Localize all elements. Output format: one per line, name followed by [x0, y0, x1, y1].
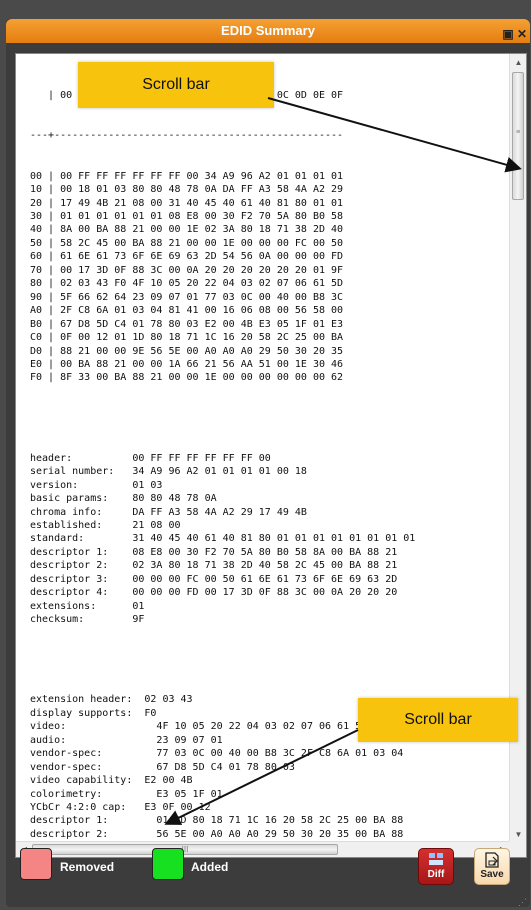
added-label: Added	[191, 860, 229, 874]
extension-field-line: colorimetry: E3 05 1F 01	[30, 788, 223, 800]
hex-row: 70 | 00 17 3D 0F 88 3C 00 0A 20 20 20 20…	[30, 264, 344, 276]
save-button-label: Save	[480, 869, 504, 880]
hex-row: 80 | 02 03 43 F0 4F 10 05 20 22 04 03 02…	[30, 278, 344, 290]
hex-row: 90 | 5F 66 62 64 23 09 07 01 77 03 0C 00…	[30, 291, 344, 303]
added-color-swatch	[152, 848, 184, 880]
extension-field-line: vendor-spec: 77 03 0C 00 40 00 B8 3C 2F …	[30, 748, 404, 760]
hex-row: 60 | 61 6E 61 73 6F 6E 69 63 2D 54 56 0A…	[30, 251, 344, 263]
scroll-bar-callout-top: Scroll bar	[78, 62, 274, 108]
scrollbar-corner	[509, 841, 526, 857]
close-icon[interactable]: ✕	[516, 22, 528, 41]
extension-field-line: descriptor 1: 01 1D 80 18 71 1C 16 20 58…	[30, 815, 404, 827]
extension-field-line: YCbCr 4:2:0 cap: E3 0F 00 12	[30, 802, 211, 814]
hex-row: B0 | 67 D8 5D C4 01 78 80 03 E2 00 4B E3…	[30, 318, 344, 330]
hex-row: E0 | 00 BA 88 21 00 00 1A 66 21 56 AA 51…	[30, 358, 344, 370]
hex-divider-line: ---+------------------------------------…	[30, 130, 344, 142]
extension-field-line: descriptor 2: 56 5E 00 A0 A0 A0 29 50 30…	[30, 828, 404, 840]
edid-field-line: extensions: 01	[30, 600, 145, 612]
hex-row: 30 | 01 01 01 01 01 01 08 E8 00 30 F2 70…	[30, 210, 344, 222]
hex-row: 50 | 58 2C 45 00 BA 88 21 00 00 1E 00 00…	[30, 237, 344, 249]
hex-row: 10 | 00 18 01 03 80 80 48 78 0A DA FF A3…	[30, 184, 344, 196]
hex-row: F0 | 8F 33 00 BA 88 21 00 00 1E 00 00 00…	[30, 372, 344, 384]
edid-field-line: basic params: 80 80 48 78 0A	[30, 493, 217, 505]
hex-row: A0 | 2F C8 6A 01 03 04 81 41 00 16 06 08…	[30, 305, 344, 317]
resize-grip-icon[interactable]: ⋰	[518, 897, 527, 908]
edid-field-line: descriptor 1: 08 E8 00 30 F2 70 5A 80 B0…	[30, 546, 398, 558]
hex-row: 40 | 8A 00 BA 88 21 00 00 1E 02 3A 80 18…	[30, 224, 344, 236]
edid-field-line: chroma info: DA FF A3 58 4A A2 29 17 49 …	[30, 506, 307, 518]
window-title: EDID Summary	[221, 23, 315, 38]
hex-row: C0 | 0F 00 12 01 1D 80 18 71 1C 16 20 58…	[30, 332, 344, 344]
removed-label: Removed	[60, 860, 115, 874]
extension-field-line: video capability: E2 00 4B	[30, 775, 193, 787]
diff-button[interactable]: Diff	[418, 848, 454, 885]
horizontal-scroll-thumb[interactable]: III	[32, 844, 338, 855]
edid-field-line: established: 21 08 00	[30, 519, 181, 531]
vertical-scroll-thumb[interactable]: ≡	[512, 72, 524, 200]
save-button[interactable]: Save	[474, 848, 510, 885]
hex-row: 20 | 17 49 4B 21 08 00 31 40 45 40 61 40…	[30, 197, 344, 209]
diff-icon	[419, 849, 453, 869]
removed-color-swatch	[20, 848, 52, 880]
edid-field-line: descriptor 4: 00 00 00 FD 00 17 3D 0F 88…	[30, 587, 398, 599]
edid-field-line: descriptor 3: 00 00 00 FC 00 50 61 6E 61…	[30, 573, 398, 585]
hex-row: 00 | 00 FF FF FF FF FF FF 00 34 A9 96 A2…	[30, 170, 344, 182]
save-icon	[475, 849, 509, 869]
edid-field-line: version: 01 03	[30, 479, 163, 491]
edid-field-line: serial number: 34 A9 96 A2 01 01 01 01 0…	[30, 466, 307, 478]
edid-field-line: descriptor 2: 02 3A 80 18 71 38 2D 40 58…	[30, 560, 398, 572]
edid-field-line: standard: 31 40 45 40 61 40 81 80 01 01 …	[30, 533, 416, 545]
edid-field-line: header: 00 FF FF FF FF FF FF 00	[30, 452, 271, 464]
edid-field-line: checksum: 9F	[30, 614, 145, 626]
restore-icon[interactable]: ▣	[502, 22, 514, 41]
scroll-bar-callout-bottom: Scroll bar	[358, 698, 518, 742]
extension-field-line: vendor-spec: 67 D8 5D C4 01 78 80 03	[30, 761, 295, 773]
title-bar[interactable]: EDID Summary ▣ ✕	[6, 19, 530, 43]
grip-icon: ≡	[516, 129, 521, 136]
diff-button-label: Diff	[427, 869, 445, 880]
scroll-up-arrow-icon[interactable]: ▲	[510, 54, 527, 71]
hex-row: D0 | 88 21 00 00 9E 56 5E 00 A0 A0 A0 29…	[30, 345, 344, 357]
